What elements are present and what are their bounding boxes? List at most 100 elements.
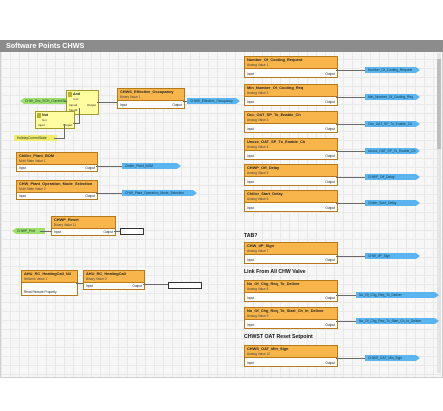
scrollbar-thumb[interactable] xyxy=(437,59,441,149)
vertical-scrollbar[interactable] xyxy=(437,53,441,373)
wire xyxy=(336,70,365,71)
block-chws-oat-min-sign[interactable]: CHWS_OAT_Min_Sign Analog Value 10 Input Ou… xyxy=(244,345,338,367)
output-tag-r10[interactable]: CHWS_OAT_Min_Sign xyxy=(365,355,420,361)
output-tag-mode[interactable]: CHW_Plant_Operation_Mode_Selection xyxy=(122,190,197,196)
input-port: Input xyxy=(247,100,255,104)
block-name: No_Of_Chg_Req_To_Start_Ch_In_Deliver xyxy=(247,308,324,313)
input-port: Input xyxy=(247,206,255,210)
block-name: CHW_Plant_Operation_Mode_Selection xyxy=(19,181,93,186)
block-type: Analog Value 7 xyxy=(247,248,269,253)
block-chw-dp-sign[interactable]: CHW_dP_Sign Analog Value 7 Input Output xyxy=(244,242,338,264)
output-tag-r6[interactable]: Chiller_Start_Delay xyxy=(365,200,420,206)
block-chw-plant-operation-mode[interactable]: CHW_Plant_Operation_Mode_Selection Multi … xyxy=(16,180,98,200)
output-port: Output xyxy=(325,154,335,158)
block-number-of-cooling-request[interactable]: Number_Of_Cooling_Request Analog Value 1 … xyxy=(244,56,338,78)
not-input: Input xyxy=(38,123,45,127)
block-type: Analog Value 3 xyxy=(247,117,269,122)
output-tag-r9[interactable]: No_Of_Chg_Req_To_Start_Ch_In_Deliver xyxy=(356,318,439,324)
block-unocc-oat-sp[interactable]: Unocc_OAT_SP_To_Enable_Ch Analog Value 4 … xyxy=(244,138,338,160)
wire xyxy=(64,101,67,102)
block-type: Binary Value 11 xyxy=(54,222,77,227)
input-port: Input xyxy=(247,258,255,262)
output-tag-r7[interactable]: CHW_dP_Sign xyxy=(365,253,420,259)
output-tag-r5[interactable]: CHWP_Off_Delay xyxy=(365,174,420,180)
block-type: Analog Value 9 xyxy=(247,313,269,318)
input-port: Input xyxy=(86,284,94,288)
wire xyxy=(54,138,64,139)
wire xyxy=(336,358,365,359)
input-tag-occ-schedule[interactable]: CHW_Occ_SCH_CurrentState xyxy=(20,98,69,104)
block-chws-effective-occupancy[interactable]: CHWS_Effective_Occupancy Binary Value 1 I… xyxy=(117,88,185,109)
not-block-sub: Not xyxy=(42,118,47,122)
input-port: Input xyxy=(247,127,255,131)
read-remote-property: Read Remote Property xyxy=(24,290,57,294)
output-tag-r2[interactable]: Min_Number_Of_Cooling_Req xyxy=(365,94,420,100)
block-type: Analog Value 5 xyxy=(247,170,269,175)
wire xyxy=(40,231,51,232)
output-port: Output xyxy=(325,361,335,365)
block-occ-oat-sp[interactable]: Occ_OAT_SP_To_Enable_Ch Analog Value 3 In… xyxy=(244,111,338,133)
block-min-number-of-cooling-req[interactable]: Min_Number_Of_Cooling_Req Analog Value 2 … xyxy=(244,84,338,106)
block-chwp-off-delay[interactable]: CHWP_Off_Delay Analog Value 5 Input Output xyxy=(244,164,338,186)
output-tag-occupancy[interactable]: CHWS_Effective_Occupancy xyxy=(187,98,240,104)
output-tag-r1[interactable]: Number_Of_Cooling_Request xyxy=(365,67,420,73)
block-type: Analog Value 4 xyxy=(247,144,269,149)
output-port: Output xyxy=(325,180,335,184)
output-port: Output xyxy=(132,284,142,288)
block-chwp-reset[interactable]: CHWP_Reset Binary Value 11 Input Output xyxy=(51,216,116,236)
block-ahu-rc-heatingcall-n4[interactable]: AHU_RC_HeatingCall_N4 Network Value 1 Rea… xyxy=(21,270,78,296)
block-name: AHU_RC_HeatingCall_N4 xyxy=(24,271,71,276)
input-port: Input xyxy=(247,72,255,76)
wire xyxy=(79,108,80,124)
output-tag-bom[interactable]: Chiller_Plant_BOM xyxy=(122,163,181,169)
wire xyxy=(96,193,122,194)
empty-output-box[interactable] xyxy=(120,228,144,235)
block-type: Analog Value 6 xyxy=(247,196,269,201)
block-type: Analog Value 1 xyxy=(247,62,269,67)
block-chiller-plant-bom[interactable]: Chiller_Plant_BOM Multi State Value 1 Inp… xyxy=(16,152,98,172)
wire xyxy=(76,283,83,284)
input-port: Input xyxy=(120,103,128,107)
and-block-sub: And xyxy=(73,97,79,101)
block-no-of-chg-req-start-ch[interactable]: No_Of_Chg_Req_To_Start_Ch_In_Deliver Anal… xyxy=(244,307,338,329)
input-tag-holiday[interactable]: HolidayCurrentState xyxy=(14,135,57,141)
output-tag-r8[interactable]: No_Of_Chg_Req_To_Deliver xyxy=(356,292,439,298)
wire xyxy=(336,124,365,125)
block-ahu-rc-heatingcall[interactable]: AHU_RC_HeatingCall Binary Value 3 Input Ou… xyxy=(83,270,145,290)
output-tag-r3[interactable]: Occ_OAT_SP_To_Enable_Ch xyxy=(365,121,420,127)
empty-output-box[interactable] xyxy=(168,282,202,289)
logic-gate-icon xyxy=(68,92,72,97)
output-tag-r4[interactable]: Unocc_OAT_SP_To_Enable_Ch xyxy=(365,148,420,154)
input-port: Input xyxy=(247,296,255,300)
block-type: Analog Value 10 xyxy=(247,351,271,356)
output-port: Output xyxy=(103,230,113,234)
input-port: Input xyxy=(19,166,27,170)
block-type: Multi State Value 2 xyxy=(19,186,46,191)
output-port: Output xyxy=(325,100,335,104)
output-port: Output xyxy=(325,323,335,327)
input-port: Input xyxy=(247,154,255,158)
block-type: Multi State Value 1 xyxy=(19,158,46,163)
section-label-tab: TAB? xyxy=(244,233,258,239)
logic-gate-icon xyxy=(37,113,41,118)
section-label-link: Link From All CHW Valve xyxy=(244,269,306,275)
not-block[interactable]: Not Not Input Output xyxy=(35,111,75,129)
input-port: Input xyxy=(19,194,27,198)
wire xyxy=(336,151,365,152)
wire xyxy=(336,295,356,296)
block-type: Binary Value 1 xyxy=(120,94,141,99)
output-port: Output xyxy=(172,103,182,107)
and-input1: Input1 xyxy=(69,103,78,107)
output-port: Output xyxy=(325,127,335,131)
block-type: Analog Value 2 xyxy=(247,90,269,95)
input-port: Input xyxy=(247,323,255,327)
wire xyxy=(114,231,120,232)
block-no-of-chg-req-deliver[interactable]: No_Of_Chg_Req_To_Deliver Analog Value 8 I… xyxy=(244,280,338,302)
wire xyxy=(64,124,65,139)
wire xyxy=(336,203,365,204)
block-name: CHWS_Effective_Occupancy xyxy=(120,89,174,94)
block-chiller-start-delay[interactable]: Chiller_Start_Delay Analog Value 6 Input O… xyxy=(244,190,338,212)
input-port: Input xyxy=(54,230,62,234)
wire xyxy=(183,101,187,102)
wire xyxy=(336,177,365,178)
